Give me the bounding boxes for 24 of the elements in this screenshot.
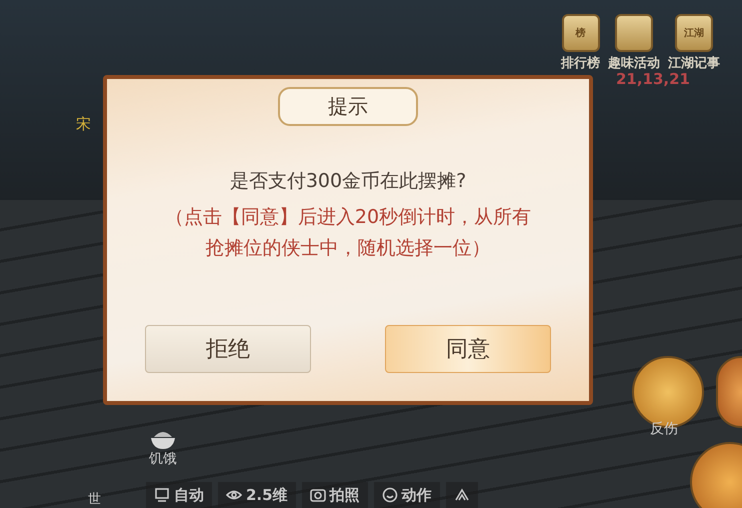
- skill-label: 反伤: [650, 420, 678, 438]
- monitor-icon: [154, 487, 170, 503]
- side-label: 宋: [76, 115, 91, 134]
- smiley-icon: [382, 487, 398, 503]
- toolbar-button[interactable]: 拍照: [302, 482, 368, 508]
- menu-item[interactable]: 榜 排行榜: [561, 14, 600, 72]
- scroll-icon: 榜: [562, 14, 600, 52]
- dialog-title: 提示: [278, 87, 418, 126]
- dialog-note: （点击【同意】后进入20秒倒计时，从所有抢摊位的侠士中，随机选择一位）: [164, 205, 532, 261]
- timer: 21,13,21: [616, 70, 690, 88]
- chevron-up-icon: [454, 487, 470, 503]
- toolbar-button[interactable]: 2.5维: [218, 482, 296, 508]
- agree-button[interactable]: 同意: [385, 325, 551, 373]
- chat-channel[interactable]: 世: [88, 490, 101, 508]
- scroll-icon: 江湖: [675, 14, 713, 52]
- decline-button[interactable]: 拒绝: [145, 325, 311, 373]
- menu-item[interactable]: 江湖 江湖记事: [668, 14, 720, 72]
- toolbar-button[interactable]: [446, 482, 478, 508]
- toolbar-button[interactable]: 自动: [146, 482, 212, 508]
- dialog-question: 是否支付300金币在此摆摊?: [230, 169, 466, 194]
- camera-icon: [310, 487, 326, 503]
- menu-item[interactable]: 趣味活动: [608, 14, 660, 72]
- toolbar-button[interactable]: 动作: [374, 482, 440, 508]
- status-label: 饥饿: [149, 450, 177, 468]
